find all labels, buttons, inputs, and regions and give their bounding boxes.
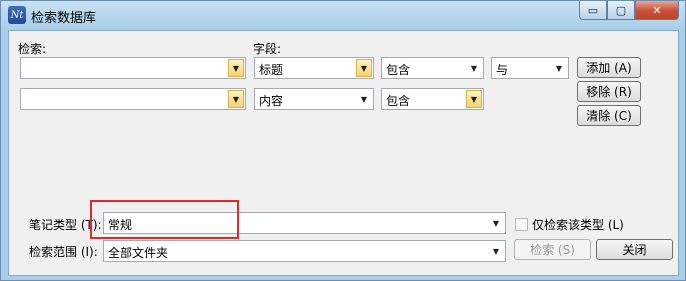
field-select-2[interactable]: 内容 ▼ [254, 88, 374, 110]
search-database-dialog: Nt 检索数据库 ▭ ▢ ✕ 检索: 字段: ▼ 标题 ▼ 包含 ▼ 与 ▼ ▼… [0, 0, 686, 281]
chevron-down-icon[interactable]: ▼ [356, 59, 372, 77]
field-select-1[interactable]: 标题 ▼ [254, 57, 374, 79]
scope-label: 检索范围 (I): [29, 245, 98, 259]
operator-select-2[interactable]: 包含 ▼ [381, 88, 484, 110]
close-icon[interactable]: ✕ [635, 1, 679, 20]
search-term-combo-2[interactable]: ▼ [20, 88, 246, 110]
operator-select-1[interactable]: 包含 ▼ [381, 57, 484, 79]
annotation-highlight-box [90, 200, 239, 239]
add-button[interactable]: 添加 (A) [577, 57, 641, 78]
chevron-down-icon[interactable]: ▼ [228, 90, 244, 108]
join-select-1[interactable]: 与 ▼ [491, 57, 569, 79]
search-term-combo-1[interactable]: ▼ [20, 57, 246, 79]
dialog-body: 检索: 字段: ▼ 标题 ▼ 包含 ▼ 与 ▼ ▼ 内容 ▼ 包含 ▼ 添加 (… [8, 30, 679, 276]
chevron-down-icon[interactable]: ▼ [467, 60, 481, 76]
operator-select-1-value: 包含 [386, 63, 411, 77]
chevron-down-icon[interactable]: ▼ [357, 91, 371, 107]
minimize-icon[interactable]: ▭ [579, 1, 607, 20]
title-bar: Nt 检索数据库 ▭ ▢ ✕ [1, 1, 685, 30]
field-select-1-value: 标题 [259, 63, 284, 77]
app-icon: Nt [8, 6, 26, 24]
clear-button[interactable]: 清除 (C) [577, 105, 641, 126]
only-this-type-label[interactable]: 仅检索该类型 (L) [532, 216, 624, 233]
scope-value: 全部文件夹 [108, 246, 169, 260]
join-select-1-value: 与 [496, 63, 509, 77]
operator-select-2-value: 包含 [386, 94, 411, 108]
scope-select[interactable]: 全部文件夹 ▼ [103, 240, 506, 262]
window-controls: ▭ ▢ ✕ [579, 1, 679, 20]
field-label: 字段: [253, 42, 282, 56]
maximize-icon[interactable]: ▢ [607, 1, 635, 20]
only-this-type-checkbox[interactable] [515, 218, 528, 231]
field-select-2-value: 内容 [259, 94, 284, 108]
close-button[interactable]: 关闭 [596, 239, 673, 260]
chevron-down-icon[interactable]: ▼ [466, 90, 482, 108]
window-title: 检索数据库 [31, 11, 97, 26]
chevron-down-icon[interactable]: ▼ [228, 59, 244, 77]
search-label: 检索: [18, 42, 47, 56]
chevron-down-icon[interactable]: ▼ [489, 243, 503, 259]
chevron-down-icon[interactable]: ▼ [489, 215, 503, 231]
search-button[interactable]: 检索 (S) [514, 239, 591, 260]
chevron-down-icon[interactable]: ▼ [552, 60, 566, 76]
remove-button[interactable]: 移除 (R) [577, 81, 641, 102]
